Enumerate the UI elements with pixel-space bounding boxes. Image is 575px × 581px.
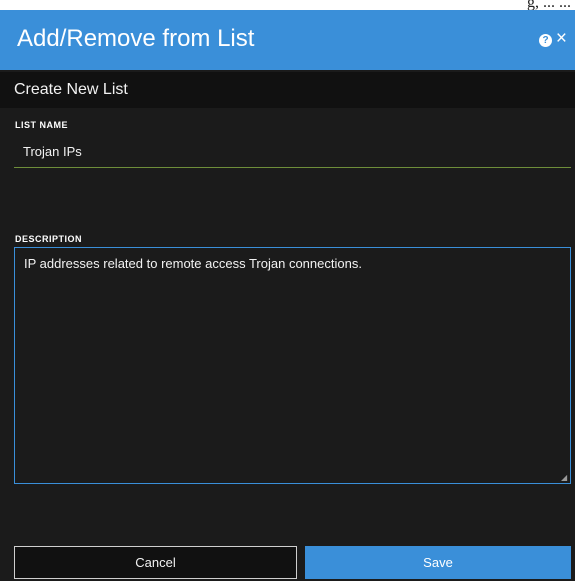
close-icon[interactable]: ×	[556, 29, 567, 49]
description-label: DESCRIPTION	[15, 234, 83, 244]
cancel-button[interactable]: Cancel	[14, 546, 297, 579]
description-textarea[interactable]: IP addresses related to remote access Tr…	[14, 247, 571, 484]
page: g, ... ... Add/Remove from List ? × Crea…	[0, 0, 575, 581]
list-name-label: LIST NAME	[15, 120, 68, 130]
dialog-titlebar: Add/Remove from List ? ×	[0, 10, 575, 70]
save-button[interactable]: Save	[305, 546, 571, 579]
add-remove-list-dialog: Add/Remove from List ? × Create New List…	[0, 10, 575, 581]
dialog-footer: Cancel Save	[0, 534, 575, 581]
subheader-title: Create New List	[14, 81, 128, 98]
help-icon[interactable]: ?	[539, 34, 552, 47]
dialog-title: Add/Remove from List	[17, 25, 255, 52]
background-strip: g, ... ...	[0, 0, 575, 11]
resize-grip-icon[interactable]: ◢	[561, 474, 569, 482]
list-name-input[interactable]	[14, 136, 571, 168]
dialog-subheader: Create New List	[0, 72, 575, 108]
